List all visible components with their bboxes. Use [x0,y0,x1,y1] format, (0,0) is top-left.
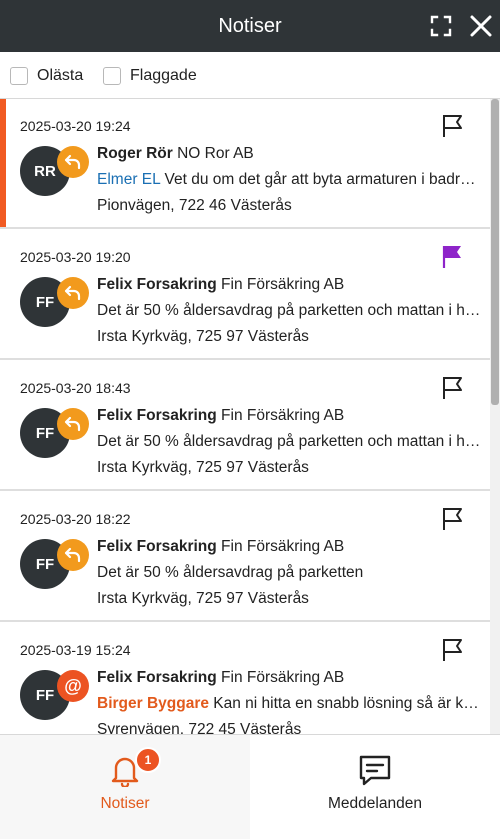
notification-message-line: Elmer EL Vet du om det går att byta arma… [97,171,481,189]
notification-item[interactable]: 2025-03-20 18:22 FF Felix Forsakring Fin… [0,492,490,622]
sender-name: Roger Rör [97,145,173,162]
reply-icon [57,277,89,309]
close-icon[interactable] [468,13,494,39]
notification-address: Irsta Kyrkväg, 725 97 Västerås [97,590,309,607]
reply-icon [57,539,89,571]
notification-time: 2025-03-19 15:24 [20,642,131,658]
notification-message: Det är 50 % åldersavdrag på parketten [97,564,364,581]
notification-count-badge: 1 [135,747,161,773]
notification-message: Det är 50 % åldersavdrag på parketten oc… [97,302,481,319]
notification-sender-line: Felix Forsakring Fin Försäkring AB [97,538,481,556]
flag-icon[interactable] [440,374,466,400]
notification-time: 2025-03-20 19:20 [20,249,131,265]
tab-messages-label: Meddelanden [328,795,422,812]
notification-sender-line: Roger Rör NO Ror AB [97,145,481,163]
header-bar: Notiser [0,0,500,52]
notification-item[interactable]: 2025-03-20 18:43 FF Felix Forsakring Fin… [0,361,490,491]
bottom-navigation: 1 Notiser Meddelanden [0,734,500,839]
notification-address: Syrenvägen, 722 45 Västerås [97,721,302,734]
chat-icon [358,753,392,787]
notification-address: Pionvägen, 722 46 Västerås [97,197,292,214]
notification-message-line: Birger Byggare Kan ni hitta en snabb lös… [97,695,481,713]
notification-message: Det är 50 % åldersavdrag på parketten oc… [97,433,481,450]
flagged-checkbox[interactable] [103,67,121,85]
sender-name: Felix Forsakring [97,407,217,424]
list-scrollbar[interactable] [490,99,500,734]
flag-icon[interactable] [440,636,466,662]
notification-list: 2025-03-20 19:24 RR Roger Rör NO Ror AB … [0,99,500,734]
notification-sender-line: Felix Forsakring Fin Försäkring AB [97,407,481,425]
notification-item[interactable]: 2025-03-20 19:20 FF Felix Forsakring Fin… [0,230,490,360]
notification-address: Irsta Kyrkväg, 725 97 Västerås [97,459,309,476]
filter-unread[interactable]: Olästa [10,65,83,87]
notification-sender-line: Felix Forsakring Fin Försäkring AB [97,276,481,294]
sender-company: Fin Försäkring AB [221,407,345,424]
reply-icon [57,408,89,440]
sender-name: Felix Forsakring [97,538,217,555]
flag-icon-active[interactable] [440,243,466,269]
sender-name: Felix Forsakring [97,276,217,293]
tab-messages[interactable]: Meddelanden [250,735,500,839]
notification-item[interactable]: 2025-03-19 15:24 FF @ Felix Forsakring F… [0,623,490,734]
unread-checkbox[interactable] [10,67,28,85]
filter-bar: Olästa Flaggade [0,52,500,99]
flag-icon[interactable] [440,112,466,138]
mention-link[interactable]: Elmer EL [97,171,160,188]
flag-icon[interactable] [440,505,466,531]
sender-company: Fin Försäkring AB [221,669,345,686]
filter-flagged-label: Flaggade [130,67,197,84]
mention-icon: @ [57,670,89,702]
mention-link[interactable]: Birger Byggare [97,695,209,712]
notification-time: 2025-03-20 19:24 [20,118,131,134]
notification-message: Kan ni hitta en snabb lösning så är kund… [213,695,481,712]
sender-name: Felix Forsakring [97,669,217,686]
sender-company: Fin Försäkring AB [221,276,345,293]
sender-company: NO Ror AB [177,145,254,162]
notification-time: 2025-03-20 18:43 [20,380,131,396]
filter-flagged[interactable]: Flaggade [103,65,197,87]
tab-notices-label: Notiser [100,795,150,812]
reply-icon [57,146,89,178]
notification-sender-line: Felix Forsakring Fin Försäkring AB [97,669,481,687]
notification-time: 2025-03-20 18:22 [20,511,131,527]
sender-company: Fin Försäkring AB [221,538,345,555]
filter-unread-label: Olästa [37,67,84,84]
notification-item[interactable]: 2025-03-20 19:24 RR Roger Rör NO Ror AB … [0,99,490,229]
scrollbar-thumb[interactable] [491,99,499,405]
fullscreen-icon[interactable] [429,14,453,38]
notification-address: Irsta Kyrkväg, 725 97 Västerås [97,328,309,345]
page-title: Notiser [218,15,282,37]
notification-message: Vet du om det går att byta armaturen i b… [164,171,481,188]
tab-notices[interactable]: 1 Notiser [0,735,250,839]
